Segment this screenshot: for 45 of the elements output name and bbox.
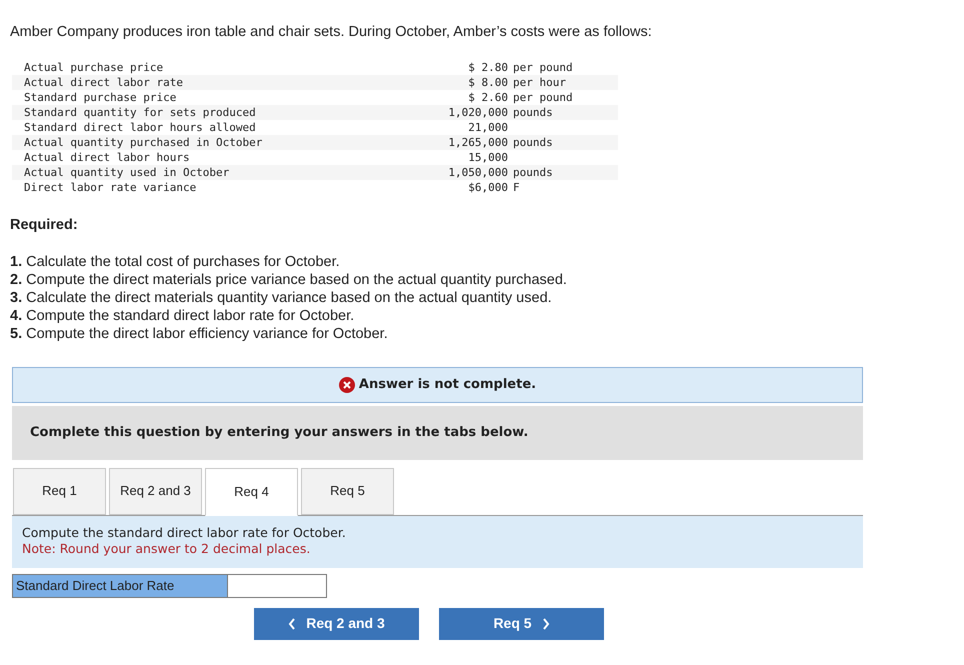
prompt-text: Compute the standard direct labor rate for October. (22, 524, 347, 540)
cost-amount: 15,000 (467, 150, 508, 165)
chevron-right-icon (542, 618, 550, 630)
cost-unit: per pound (512, 90, 573, 105)
tab[interactable]: Req 5 (301, 468, 394, 514)
next-button[interactable]: Req 5 (439, 608, 604, 640)
previous-button[interactable]: Req 2 and 3 (254, 608, 419, 640)
cost-amount: $ 8.00 (467, 74, 508, 90)
requirement-text: 1. Calculate the total cost of purchases for October. (10, 252, 341, 270)
instruction-text: Complete this question by entering your answers in the tabs below. (30, 424, 528, 442)
cost-amount: 1,020,000 (447, 104, 508, 120)
tab[interactable]: Req 4 (205, 468, 298, 516)
cost-unit: F (512, 180, 520, 195)
cost-unit: per hour (512, 74, 566, 90)
cost-unit: pounds (512, 164, 553, 180)
error-icon (338, 376, 355, 392)
cost-label: Actual direct labor hours (23, 150, 191, 165)
requirement-text: 5. Compute the direct labor efficiency variance for October. (10, 324, 389, 342)
requirement-text: 4. Compute the standard direct labor rate for October. (10, 306, 356, 324)
cost-amount: $6,000 (467, 180, 508, 195)
required-heading: Required: (9, 216, 79, 235)
cost-unit: pounds (512, 104, 553, 120)
chevron-left-icon (288, 618, 296, 630)
requirement-text: 2. Compute the direct materials price variance based on the actual quantity purchased. (10, 270, 568, 288)
requirement-text: 3. Calculate the direct materials quantity variance based on the actual quantity used. (10, 288, 553, 306)
cost-label: Standard direct labor hours allowed (23, 120, 257, 135)
status-text: Answer is not complete. (358, 376, 536, 394)
cost-label: Actual purchase price (23, 60, 164, 75)
cost-label: Standard quantity for sets produced (23, 104, 257, 120)
cost-unit: per pound (512, 60, 573, 75)
cost-label: Actual direct labor rate (23, 74, 184, 90)
cost-label: Direct labor rate variance (23, 180, 198, 195)
cost-label: Standard purchase price (23, 90, 178, 105)
cost-label: Actual quantity used in October (23, 164, 230, 180)
intro-text: Amber Company produces iron table and chair sets. During October, Amber’s costs were as follows: (9, 23, 653, 42)
tab[interactable]: Req 1 (13, 468, 106, 514)
cost-amount: 21,000 (467, 120, 508, 135)
cost-label: Actual quantity purchased in October (23, 134, 264, 150)
cost-amount: $ 2.80 (467, 60, 508, 75)
cost-amount: 1,265,000 (447, 134, 508, 150)
tab[interactable]: Req 2 and 3 (109, 468, 202, 514)
cost-unit: pounds (512, 134, 553, 150)
cost-amount: 1,050,000 (447, 164, 508, 180)
note-text: Note: Round your answer to 2 decimal places. (22, 540, 312, 556)
cost-amount: $ 2.60 (467, 90, 508, 105)
